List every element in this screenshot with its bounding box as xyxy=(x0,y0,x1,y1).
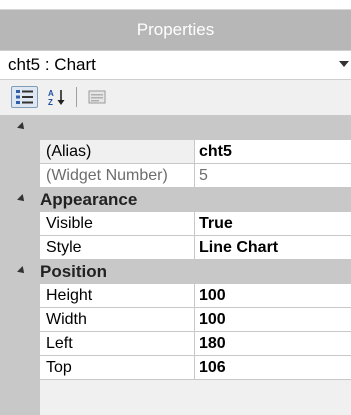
panel-title-label: Properties xyxy=(136,20,215,39)
property-pages-icon xyxy=(88,90,106,104)
row-gutter xyxy=(0,356,40,380)
property-grid: (Alias) cht5 (Widget Number) 5 Appearanc… xyxy=(0,116,351,415)
property-value[interactable]: 106 xyxy=(195,356,351,380)
row-gutter xyxy=(0,164,40,188)
property-name: Width xyxy=(40,308,195,332)
toolbar-separator xyxy=(76,87,77,107)
property-value[interactable]: Line Chart xyxy=(195,236,351,260)
row-gutter xyxy=(0,332,40,356)
property-row-alias[interactable]: (Alias) cht5 xyxy=(0,140,351,164)
row-gutter xyxy=(0,140,40,164)
object-selector-value: cht5 : Chart xyxy=(8,55,96,74)
row-gutter xyxy=(0,212,40,236)
property-toolbar: A Z xyxy=(0,80,351,116)
property-name: Top xyxy=(40,356,195,380)
property-name: Visible xyxy=(40,212,195,236)
alphabetical-icon: A Z xyxy=(48,89,65,106)
property-pages-button[interactable] xyxy=(85,86,109,108)
property-value: 5 xyxy=(195,164,351,188)
row-gutter xyxy=(0,116,40,140)
property-name: (Alias) xyxy=(40,140,195,164)
categorized-button[interactable] xyxy=(11,86,38,108)
property-row-style[interactable]: Style Line Chart xyxy=(0,236,351,260)
row-gutter xyxy=(0,308,40,332)
collapse-triangle-icon[interactable] xyxy=(17,266,27,276)
property-row-left[interactable]: Left 180 xyxy=(0,332,351,356)
category-row-root[interactable] xyxy=(0,116,351,140)
grid-empty-area xyxy=(0,380,351,415)
property-name: (Widget Number) xyxy=(40,164,195,188)
property-value[interactable]: True xyxy=(195,212,351,236)
category-label: Position xyxy=(40,260,351,284)
category-label xyxy=(40,116,351,140)
property-value[interactable]: 180 xyxy=(195,332,351,356)
grid-blank xyxy=(40,380,351,415)
row-gutter xyxy=(0,380,40,415)
object-selector-dropdown[interactable]: cht5 : Chart xyxy=(0,50,351,80)
chevron-down-icon[interactable] xyxy=(339,61,349,67)
row-gutter xyxy=(0,236,40,260)
property-name: Style xyxy=(40,236,195,260)
category-row-appearance[interactable]: Appearance xyxy=(0,188,351,212)
collapse-triangle-icon[interactable] xyxy=(17,194,27,204)
property-name: Left xyxy=(40,332,195,356)
collapse-triangle-icon[interactable] xyxy=(17,122,27,132)
property-row-height[interactable]: Height 100 xyxy=(0,284,351,308)
property-value[interactable]: 100 xyxy=(195,284,351,308)
top-strip xyxy=(0,0,351,10)
category-label: Appearance xyxy=(40,188,351,212)
property-name: Height xyxy=(40,284,195,308)
property-row-visible[interactable]: Visible True xyxy=(0,212,351,236)
property-row-width[interactable]: Width 100 xyxy=(0,308,351,332)
row-gutter xyxy=(0,260,40,284)
svg-text:A: A xyxy=(48,89,54,98)
property-value[interactable]: 100 xyxy=(195,308,351,332)
property-row-top[interactable]: Top 106 xyxy=(0,356,351,380)
categorized-icon xyxy=(15,90,33,104)
property-row-widget-number[interactable]: (Widget Number) 5 xyxy=(0,164,351,188)
row-gutter xyxy=(0,188,40,212)
alphabetical-button[interactable]: A Z xyxy=(45,86,69,108)
properties-panel-title: Properties xyxy=(0,10,351,50)
row-gutter xyxy=(0,284,40,308)
property-value[interactable]: cht5 xyxy=(195,140,351,164)
svg-text:Z: Z xyxy=(48,98,53,106)
category-row-position[interactable]: Position xyxy=(0,260,351,284)
